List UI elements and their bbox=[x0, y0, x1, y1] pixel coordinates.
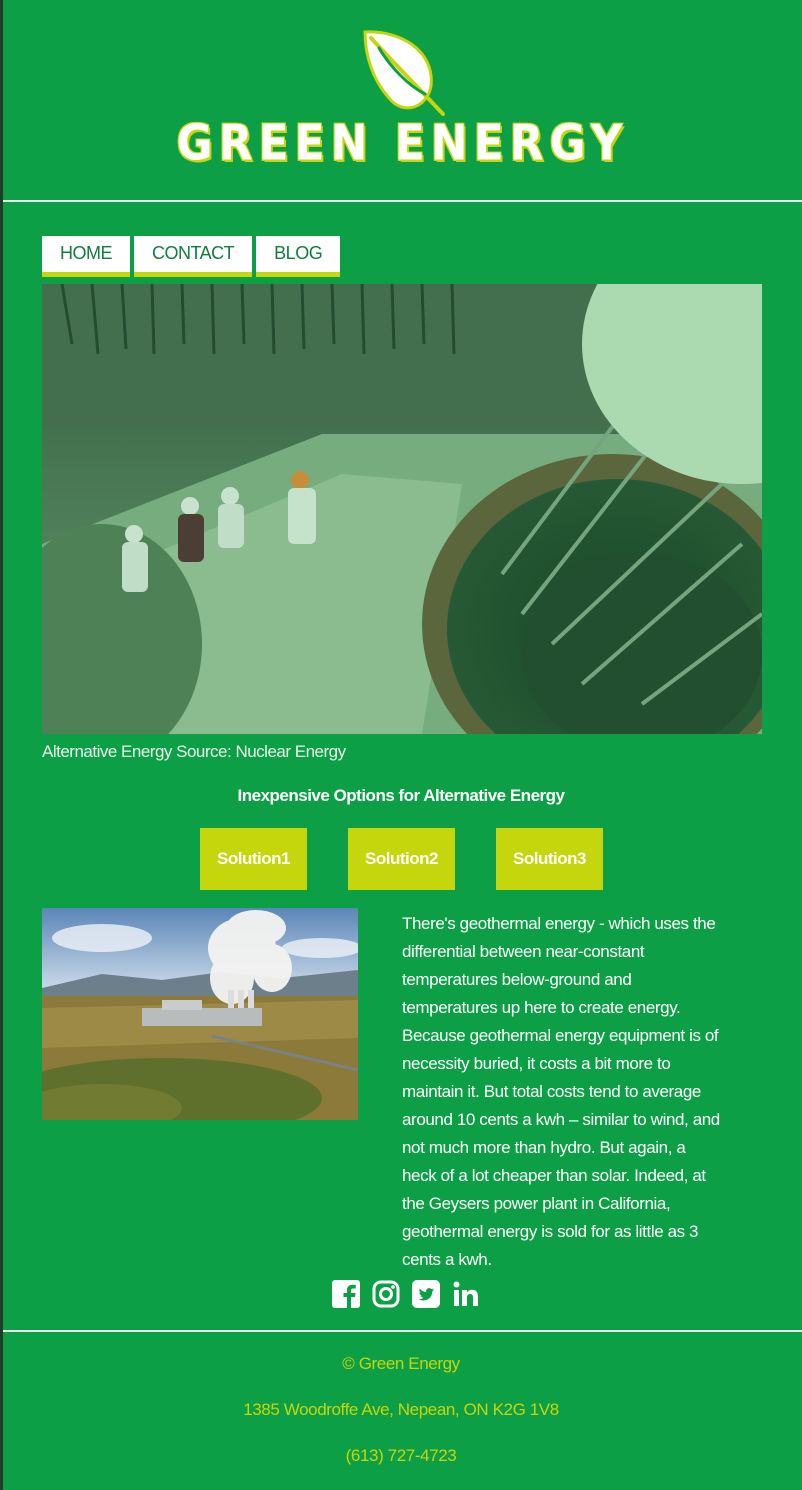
site-header: GREEN ENERGY bbox=[3, 0, 802, 200]
nav-contact[interactable]: CONTACT bbox=[134, 236, 253, 277]
instagram-icon[interactable] bbox=[372, 1280, 400, 1310]
leaf-logo-icon bbox=[363, 30, 445, 116]
footer-address: 1385 Woodroffe Ave, Nepean, ON K2G 1V8 bbox=[243, 1400, 559, 1419]
social-links bbox=[332, 1280, 480, 1310]
solution2-button[interactable]: Solution2 bbox=[348, 828, 455, 890]
hero-caption: Alternative Energy Source: Nuclear Energ… bbox=[42, 742, 346, 761]
footer-copyright: © Green Energy bbox=[342, 1354, 460, 1373]
hero-image bbox=[42, 284, 762, 734]
twitter-icon[interactable] bbox=[412, 1280, 440, 1310]
window-edge bbox=[0, 0, 3, 1490]
footer-divider bbox=[3, 1330, 802, 1332]
main-nav: HOME CONTACT BLOG bbox=[42, 236, 341, 277]
geothermal-plant-photo bbox=[42, 908, 358, 1120]
site-title: GREEN ENERGY bbox=[176, 114, 629, 173]
section-title: Inexpensive Options for Alternative Ener… bbox=[237, 786, 565, 805]
facebook-icon[interactable] bbox=[332, 1280, 360, 1310]
nav-home[interactable]: HOME bbox=[42, 236, 130, 277]
article-text: There's geothermal energy - which uses t… bbox=[402, 914, 720, 1269]
linkedin-icon[interactable] bbox=[452, 1280, 480, 1310]
solution1-button[interactable]: Solution1 bbox=[200, 828, 307, 890]
solution3-button[interactable]: Solution3 bbox=[496, 828, 603, 890]
header-divider bbox=[3, 200, 802, 202]
footer-phone[interactable]: (613) 727-4723 bbox=[0, 1446, 802, 1466]
article-image bbox=[42, 908, 358, 1120]
nav-blog[interactable]: BLOG bbox=[256, 236, 341, 277]
nuclear-reactor-photo bbox=[42, 284, 762, 734]
